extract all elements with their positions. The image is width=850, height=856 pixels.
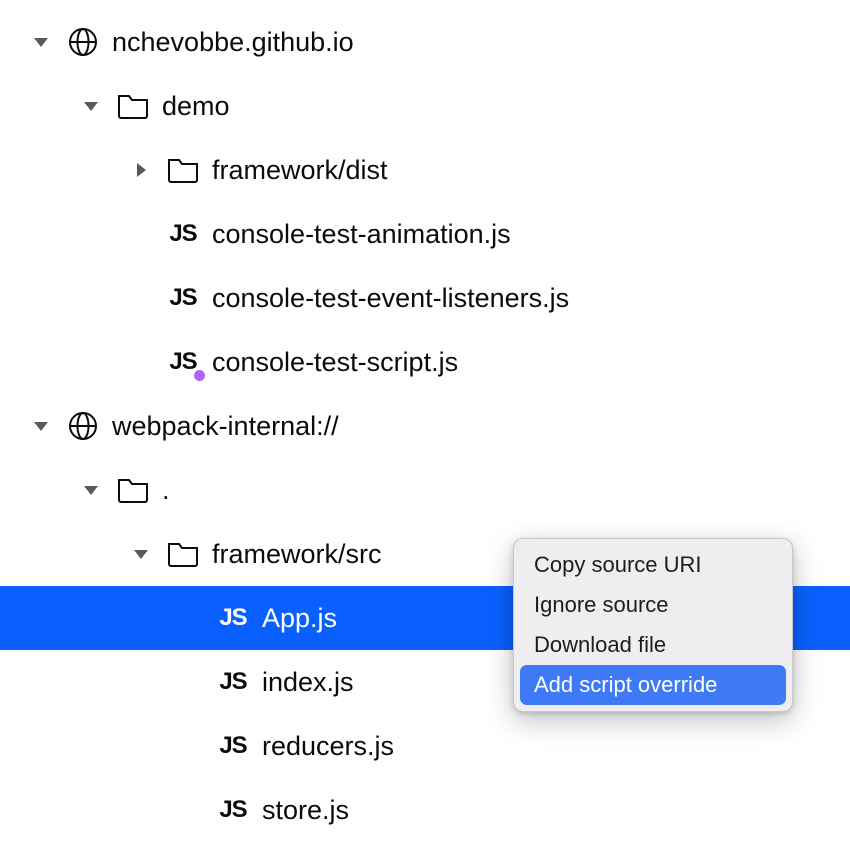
tree-row[interactable]: .	[0, 458, 850, 522]
js-badge-text: JS	[169, 348, 196, 376]
context-menu-item[interactable]: Ignore source	[520, 585, 786, 625]
tree-row-label: demo	[162, 91, 230, 122]
tree-row-label: store.js	[262, 795, 349, 826]
twisty-expanded-icon[interactable]	[30, 31, 52, 53]
tree-row-label: App.js	[262, 603, 337, 634]
tree-row-label: console-test-event-listeners.js	[212, 283, 569, 314]
tree-row[interactable]: nchevobbe.github.io	[0, 10, 850, 74]
js-badge-text: JS	[219, 604, 246, 632]
folder-icon	[116, 89, 150, 123]
tree-row[interactable]: webpack-internal://	[0, 394, 850, 458]
context-menu: Copy source URIIgnore sourceDownload fil…	[513, 538, 793, 712]
tree-row[interactable]: JS reducers.js	[0, 714, 850, 778]
tree-row-label: framework/src	[212, 539, 382, 570]
context-menu-item[interactable]: Download file	[520, 625, 786, 665]
tree-row-label: nchevobbe.github.io	[112, 27, 354, 58]
js-file-icon: JS	[166, 217, 200, 251]
twisty-expanded-icon[interactable]	[130, 543, 152, 565]
js-badge-text: JS	[169, 220, 196, 248]
twisty-expanded-icon[interactable]	[80, 95, 102, 117]
globe-icon	[66, 409, 100, 443]
tree-row[interactable]: JS console-test-event-listeners.js	[0, 266, 850, 330]
tree-row-label: framework/dist	[212, 155, 388, 186]
folder-icon	[166, 537, 200, 571]
tree-row[interactable]: framework/dist	[0, 138, 850, 202]
twisty-collapsed-icon[interactable]	[130, 159, 152, 181]
js-file-icon: JS	[216, 665, 250, 699]
tree-row[interactable]: JS console-test-script.js	[0, 330, 850, 394]
js-badge-text: JS	[219, 732, 246, 760]
source-tree: nchevobbe.github.io demo framework/dist JS c…	[0, 0, 850, 842]
js-file-icon: JS	[166, 281, 200, 315]
js-file-icon: JS	[216, 729, 250, 763]
twisty-expanded-icon[interactable]	[30, 415, 52, 437]
js-badge-text: JS	[219, 796, 246, 824]
context-menu-item[interactable]: Copy source URI	[520, 545, 786, 585]
js-badge-text: JS	[219, 668, 246, 696]
context-menu-item[interactable]: Add script override	[520, 665, 786, 705]
tree-row[interactable]: JS console-test-animation.js	[0, 202, 850, 266]
twisty-expanded-icon[interactable]	[80, 479, 102, 501]
tree-row-label: reducers.js	[262, 731, 394, 762]
js-badge-text: JS	[169, 284, 196, 312]
tree-row-label: console-test-script.js	[212, 347, 458, 378]
tree-row-label: index.js	[262, 667, 354, 698]
js-file-icon: JS	[166, 345, 200, 379]
tree-row-label: webpack-internal://	[112, 411, 339, 442]
tree-row-label: console-test-animation.js	[212, 219, 511, 250]
modified-dot-icon	[194, 370, 205, 381]
js-file-icon: JS	[216, 601, 250, 635]
globe-icon	[66, 25, 100, 59]
folder-icon	[116, 473, 150, 507]
folder-icon	[166, 153, 200, 187]
js-file-icon: JS	[216, 793, 250, 827]
tree-row[interactable]: demo	[0, 74, 850, 138]
tree-row-label: .	[162, 475, 170, 506]
tree-row[interactable]: JS store.js	[0, 778, 850, 842]
